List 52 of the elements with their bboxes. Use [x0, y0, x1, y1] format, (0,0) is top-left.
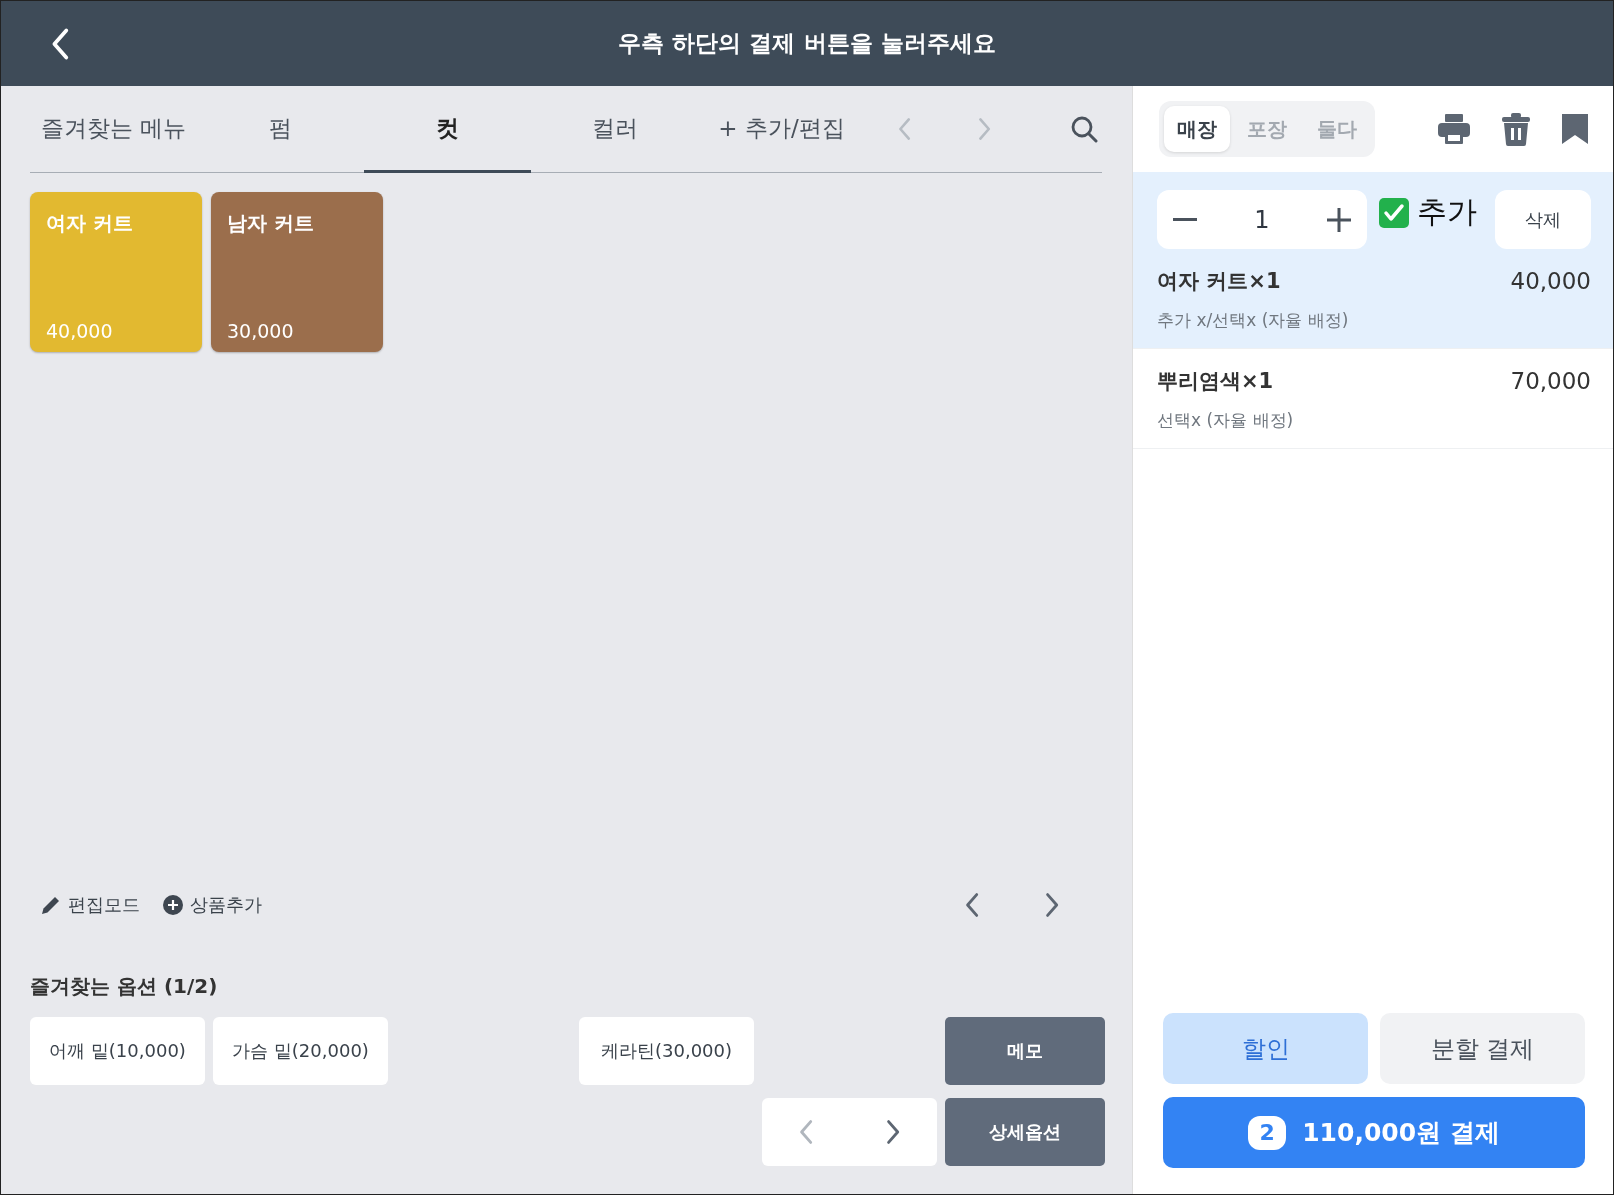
option-button[interactable]: 가슴 밑(20,000) — [213, 1017, 388, 1085]
order-type-option[interactable]: 매장 — [1164, 106, 1230, 152]
options-title: 즐겨찾는 옵션 (1/2) — [30, 973, 219, 1000]
header-title: 우측 하단의 결제 버튼을 눌러주세요 — [618, 30, 996, 56]
delete-button[interactable]: 삭제 — [1495, 190, 1591, 249]
chevron-left-icon — [964, 892, 980, 918]
edit-mode-button[interactable]: 편집모드 — [30, 893, 152, 917]
delete-all-button[interactable] — [1501, 112, 1531, 146]
product-tile[interactable]: 남자 커트 30,000 — [211, 192, 383, 352]
order-item[interactable]: 뿌리염색×1 70,000 선택x (자율 배정) — [1133, 349, 1613, 449]
quantity-value: 1 — [1254, 205, 1270, 234]
item-price: 70,000 — [1510, 368, 1591, 394]
item-detail: 선택x (자율 배정) — [1157, 409, 1295, 432]
pay-button[interactable]: 2 110,000원 결제 — [1163, 1097, 1585, 1168]
chevron-left-icon — [898, 117, 912, 141]
category-tab[interactable]: 컬러 — [531, 86, 698, 173]
discount-button[interactable]: 할인 — [1163, 1013, 1368, 1084]
split-payment-button[interactable]: 분할 결제 — [1380, 1013, 1585, 1084]
plus-icon — [1327, 207, 1351, 232]
bookmark-icon — [1561, 112, 1589, 145]
order-item[interactable]: 1 추가 삭제 여자 커트×1 40,000 추가 x/선택x (자율 배정) — [1133, 172, 1613, 349]
add-product-button[interactable]: 상품추가 — [152, 893, 274, 917]
back-icon — [51, 26, 70, 61]
search-icon — [1070, 115, 1098, 143]
category-tab[interactable]: 펌 — [197, 86, 364, 173]
chevron-right-icon — [978, 117, 992, 141]
option-button[interactable]: 케라틴(30,000) — [579, 1017, 754, 1085]
print-button[interactable] — [1437, 112, 1471, 146]
bookmark-button[interactable] — [1561, 112, 1589, 146]
category-tab[interactable]: 즐겨찾는 메뉴 — [30, 86, 197, 173]
chevron-right-icon — [886, 1119, 901, 1145]
minus-icon — [1173, 218, 1197, 221]
item-name: 여자 커트×1 — [1157, 268, 1281, 295]
checkmark-icon — [1383, 201, 1405, 224]
add-edit-button[interactable]: + 추가/편집 — [698, 86, 865, 173]
plus-circle-icon — [162, 894, 184, 916]
increase-button[interactable] — [1327, 207, 1351, 232]
item-price: 40,000 — [1510, 268, 1591, 294]
item-name: 뿌리염색×1 — [1157, 368, 1274, 395]
back-button[interactable] — [51, 26, 70, 61]
category-tab[interactable]: 컷 — [364, 86, 531, 173]
option-button[interactable]: 어깨 밑(10,000) — [30, 1017, 205, 1085]
chevron-left-icon — [798, 1119, 813, 1145]
add-checkbox[interactable]: 추가 — [1379, 192, 1477, 233]
memo-button[interactable]: 메모 — [945, 1017, 1105, 1085]
detail-options-button[interactable]: 상세옵션 — [945, 1098, 1105, 1166]
printer-icon — [1437, 112, 1471, 145]
trash-icon — [1501, 112, 1531, 146]
chevron-right-icon — [1044, 892, 1060, 918]
pencil-icon — [40, 894, 62, 916]
item-count-badge: 2 — [1248, 1115, 1287, 1150]
item-detail: 추가 x/선택x (자율 배정) — [1157, 309, 1350, 332]
